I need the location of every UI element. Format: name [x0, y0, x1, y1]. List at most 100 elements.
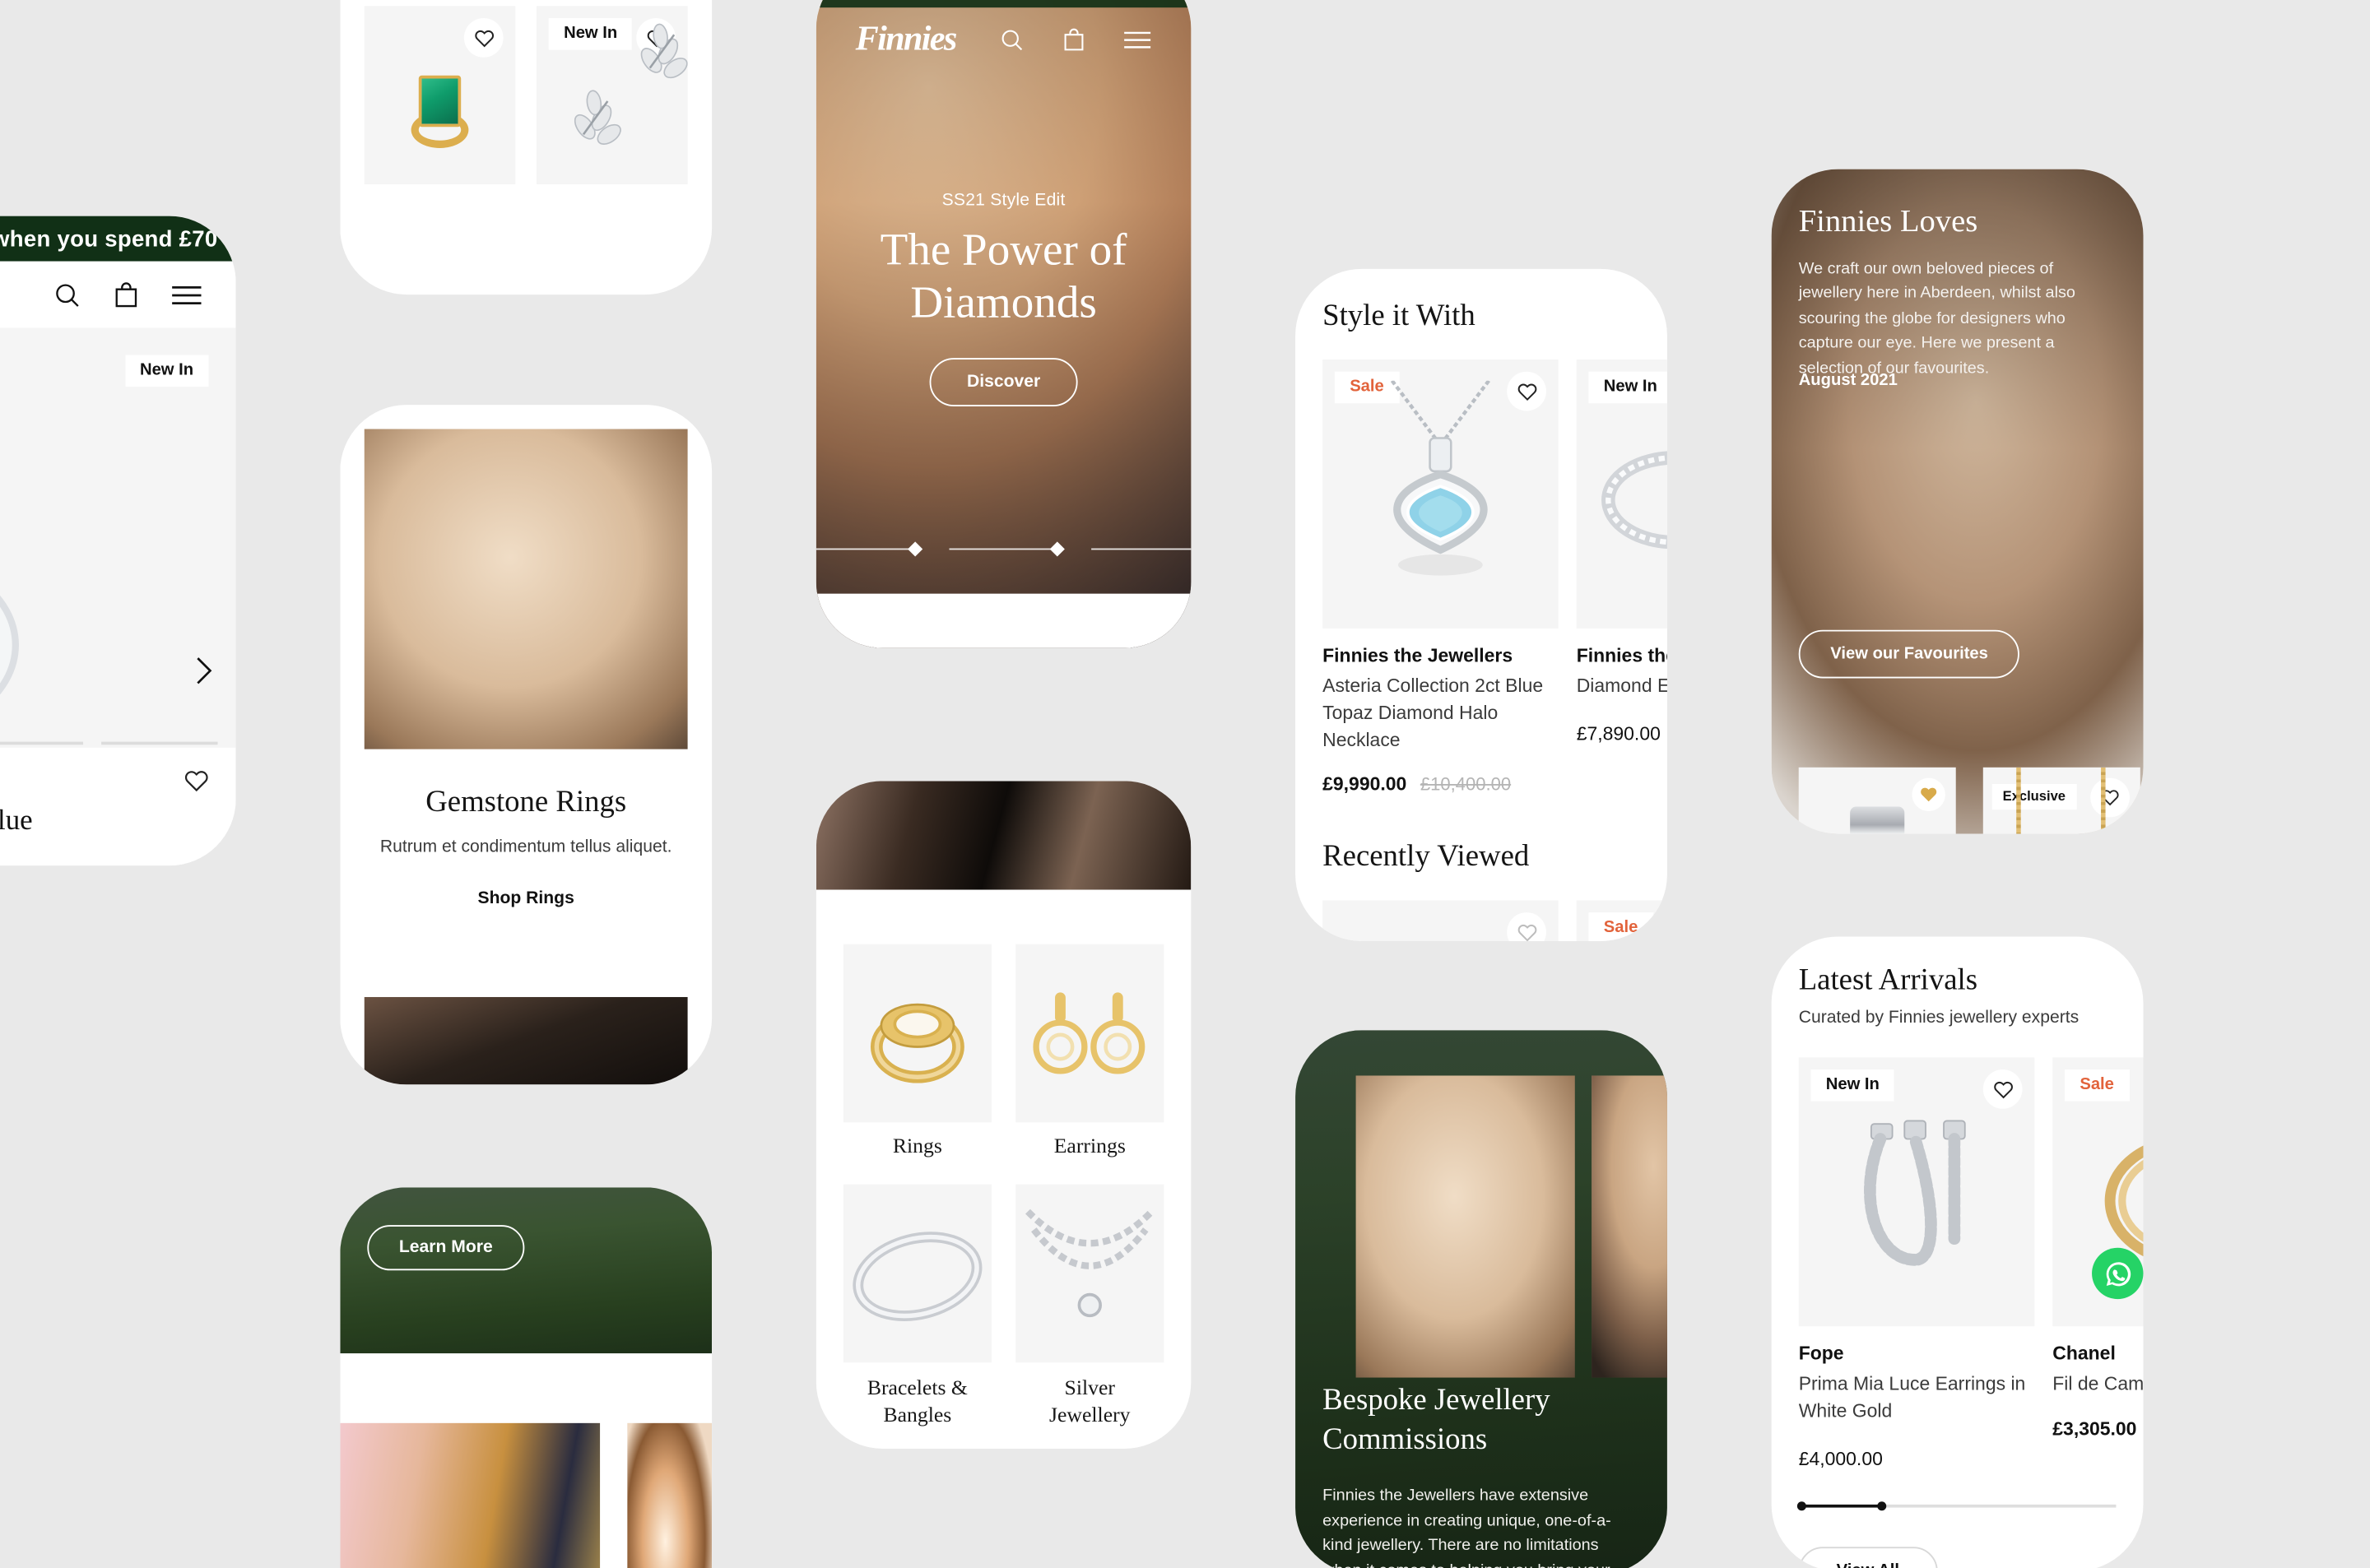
card-body-text: We craft our own beloved pieces of jewel…	[1798, 259, 2075, 378]
section-subtitle: Curated by Finnies jewellery experts	[1798, 1009, 2080, 1028]
editorial-tile[interactable]	[627, 1422, 713, 1568]
hamburger-menu-icon[interactable]	[1123, 30, 1152, 49]
product-tile[interactable]: New In	[537, 6, 688, 185]
hero-header: Finnies	[816, 20, 1192, 59]
card-date: August 2021	[1798, 371, 1898, 390]
bespoke-commissions-card[interactable]: Bespoke Jewellery Commissions Finnies th…	[1295, 1030, 1667, 1568]
style-it-with-card[interactable]: Style it With Sale Finnies the Jewellers…	[1295, 268, 1667, 941]
carousel-dot[interactable]	[816, 547, 917, 550]
product-tile[interactable]	[364, 6, 516, 185]
heart-icon[interactable]	[184, 769, 208, 793]
gold-diamond-drop-earrings-image	[1025, 987, 1155, 1087]
discover-button[interactable]: Discover	[929, 357, 1079, 406]
product-price-original: £10,400.00	[1420, 773, 1512, 796]
shopping-bag-icon[interactable]	[1061, 26, 1086, 52]
carousel-dot[interactable]	[1091, 547, 1192, 550]
product-grid-card[interactable]: New In	[340, 0, 713, 295]
category-label: Silver	[1064, 1377, 1115, 1401]
product-price: £3,305.00	[2052, 1417, 2137, 1440]
shopping-bag-icon[interactable]	[112, 281, 141, 309]
search-icon[interactable]	[999, 26, 1025, 52]
fope-white-gold-earrings-image	[1844, 1114, 1989, 1280]
carousel-dot[interactable]	[949, 547, 1058, 550]
card-body-text: Finnies the Jewellers have extensive exp…	[1322, 1486, 1611, 1568]
silver-bangle-image	[843, 1215, 992, 1339]
gold-signet-ring-image	[856, 990, 980, 1084]
product-price: £9,990.00	[1322, 773, 1407, 796]
product-tile[interactable]: Exclusive	[1982, 767, 2140, 834]
section-title-recently-viewed: Recently Viewed	[1322, 839, 1530, 874]
finnies-loves-card[interactable]: Finnies Loves We craft our own beloved p…	[1771, 169, 2144, 834]
category-label-line2: Jewellery	[1049, 1405, 1131, 1428]
card-title-line2: Commissions	[1322, 1422, 1488, 1457]
blue-topaz-ring-image	[0, 464, 58, 751]
product-tile[interactable]	[1798, 767, 1956, 834]
announcement-bar: Free shipping when you spend £70	[816, 0, 1192, 8]
silver-watch-image	[1850, 806, 1905, 834]
editorial-image	[364, 996, 688, 1085]
hero-eyebrow: SS21 Style Edit	[941, 192, 1066, 211]
category-item-bracelets[interactable]: Bracelets & Bangles	[843, 1184, 992, 1431]
chevron-right-icon[interactable]	[192, 654, 215, 687]
learn-more-button[interactable]: Learn More	[367, 1225, 525, 1271]
category-label: Bracelets &	[867, 1377, 968, 1401]
heart-icon[interactable]	[1507, 912, 1546, 941]
recently-viewed-tile[interactable]: Sale	[1576, 900, 1667, 941]
product-price: £4,000.00	[1798, 1448, 1883, 1469]
brand-logo[interactable]: Finnies	[856, 20, 958, 59]
carousel-scrollbar[interactable]	[1796, 1501, 2117, 1511]
heart-icon[interactable]	[2090, 777, 2130, 818]
product-title-line2: d Halo Rin	[0, 838, 208, 865]
heart-icon[interactable]	[463, 18, 504, 58]
hero-heading-line2: Diamonds	[910, 277, 1097, 328]
product-detail-partial-card[interactable]: ping when you spend £70 New In	[0, 216, 236, 866]
view-favourites-button[interactable]: View our Favourites	[1798, 629, 2020, 679]
section-title: Style it With	[1322, 299, 1475, 332]
heart-icon-filled[interactable]	[1912, 777, 1945, 812]
category-header-image	[816, 781, 1192, 890]
announcement-bar: ping when you spend £70	[0, 216, 236, 262]
category-item-earrings[interactable]: Earrings	[1015, 944, 1164, 1161]
product-title: llection 2ct Blue	[0, 805, 33, 837]
product-name: Asteria Collection 2ct Blue Topaz Diamon…	[1322, 675, 1544, 750]
shop-rings-link[interactable]: Shop Rings	[340, 890, 712, 908]
product-card[interactable]: Sale Finnies the Jewellers Asteria Colle…	[1322, 360, 1559, 795]
badge-sale: Sale	[2064, 1069, 2130, 1102]
recently-viewed-tile[interactable]	[1322, 900, 1559, 941]
heart-icon[interactable]	[1982, 1069, 2023, 1109]
view-all-button[interactable]: View All	[1798, 1547, 1937, 1568]
diamond-leaf-earrings-image	[564, 85, 636, 154]
product-name: Fil de Camelia	[2052, 1373, 2144, 1394]
product-card[interactable]: New In Finnies the Jew Diamond Evenin £7…	[1576, 360, 1667, 747]
product-card[interactable]: Sale Chanel Fil de Camelia £3,305.00 £	[2052, 1057, 2144, 1440]
product-price: £7,890.00	[1576, 723, 1661, 745]
product-card[interactable]: New In Fope Prima Mia Luce Earrings in W…	[1798, 1057, 2035, 1472]
whatsapp-icon[interactable]	[2092, 1247, 2144, 1300]
product-brand: Chanel	[2052, 1343, 2116, 1365]
badge-new-in: New In	[1810, 1069, 1895, 1102]
category-item-rings[interactable]: Rings	[843, 944, 992, 1161]
bespoke-hands-image	[1355, 1075, 1575, 1378]
bespoke-portrait-image	[1592, 1075, 1667, 1378]
category-item-silver[interactable]: Silver Jewellery	[1015, 1184, 1164, 1431]
homepage-hero-card[interactable]: Free shipping when you spend £70 Finnies…	[816, 0, 1192, 648]
product-name: Diamond Evenin	[1576, 675, 1667, 697]
shop-by-category-card[interactable]: Rings Earrings Bracelets & Bangles Silve…	[816, 781, 1192, 1449]
product-brand: Finnies the Jew	[1576, 645, 1667, 666]
editorial-tile[interactable]	[340, 1422, 601, 1568]
learn-more-card[interactable]: Learn More	[340, 1187, 713, 1568]
announcement-text: ping when you spend £70	[0, 225, 218, 252]
hero-heading-line1: The Power of	[880, 225, 1127, 276]
badge-new-in: New In	[1588, 371, 1667, 404]
hero-carousel-indicators[interactable]	[816, 547, 1192, 550]
product-name: Prima Mia Luce Earrings in White Gold	[1798, 1373, 2026, 1422]
gemstone-rings-card[interactable]: Gemstone Rings Rutrum et condimentum tel…	[340, 405, 713, 1085]
card-title: Finnies Loves	[1798, 202, 1978, 239]
product-brand: Fope	[1798, 1343, 1844, 1365]
diamond-eternity-ring-image	[1592, 448, 1667, 554]
category-label: Rings	[892, 1135, 942, 1159]
hamburger-menu-icon[interactable]	[171, 283, 203, 306]
latest-arrivals-card[interactable]: Latest Arrivals Curated by Finnies jewel…	[1771, 936, 2144, 1568]
badge-exclusive: Exclusive	[1991, 784, 2076, 810]
search-icon[interactable]	[53, 281, 81, 309]
